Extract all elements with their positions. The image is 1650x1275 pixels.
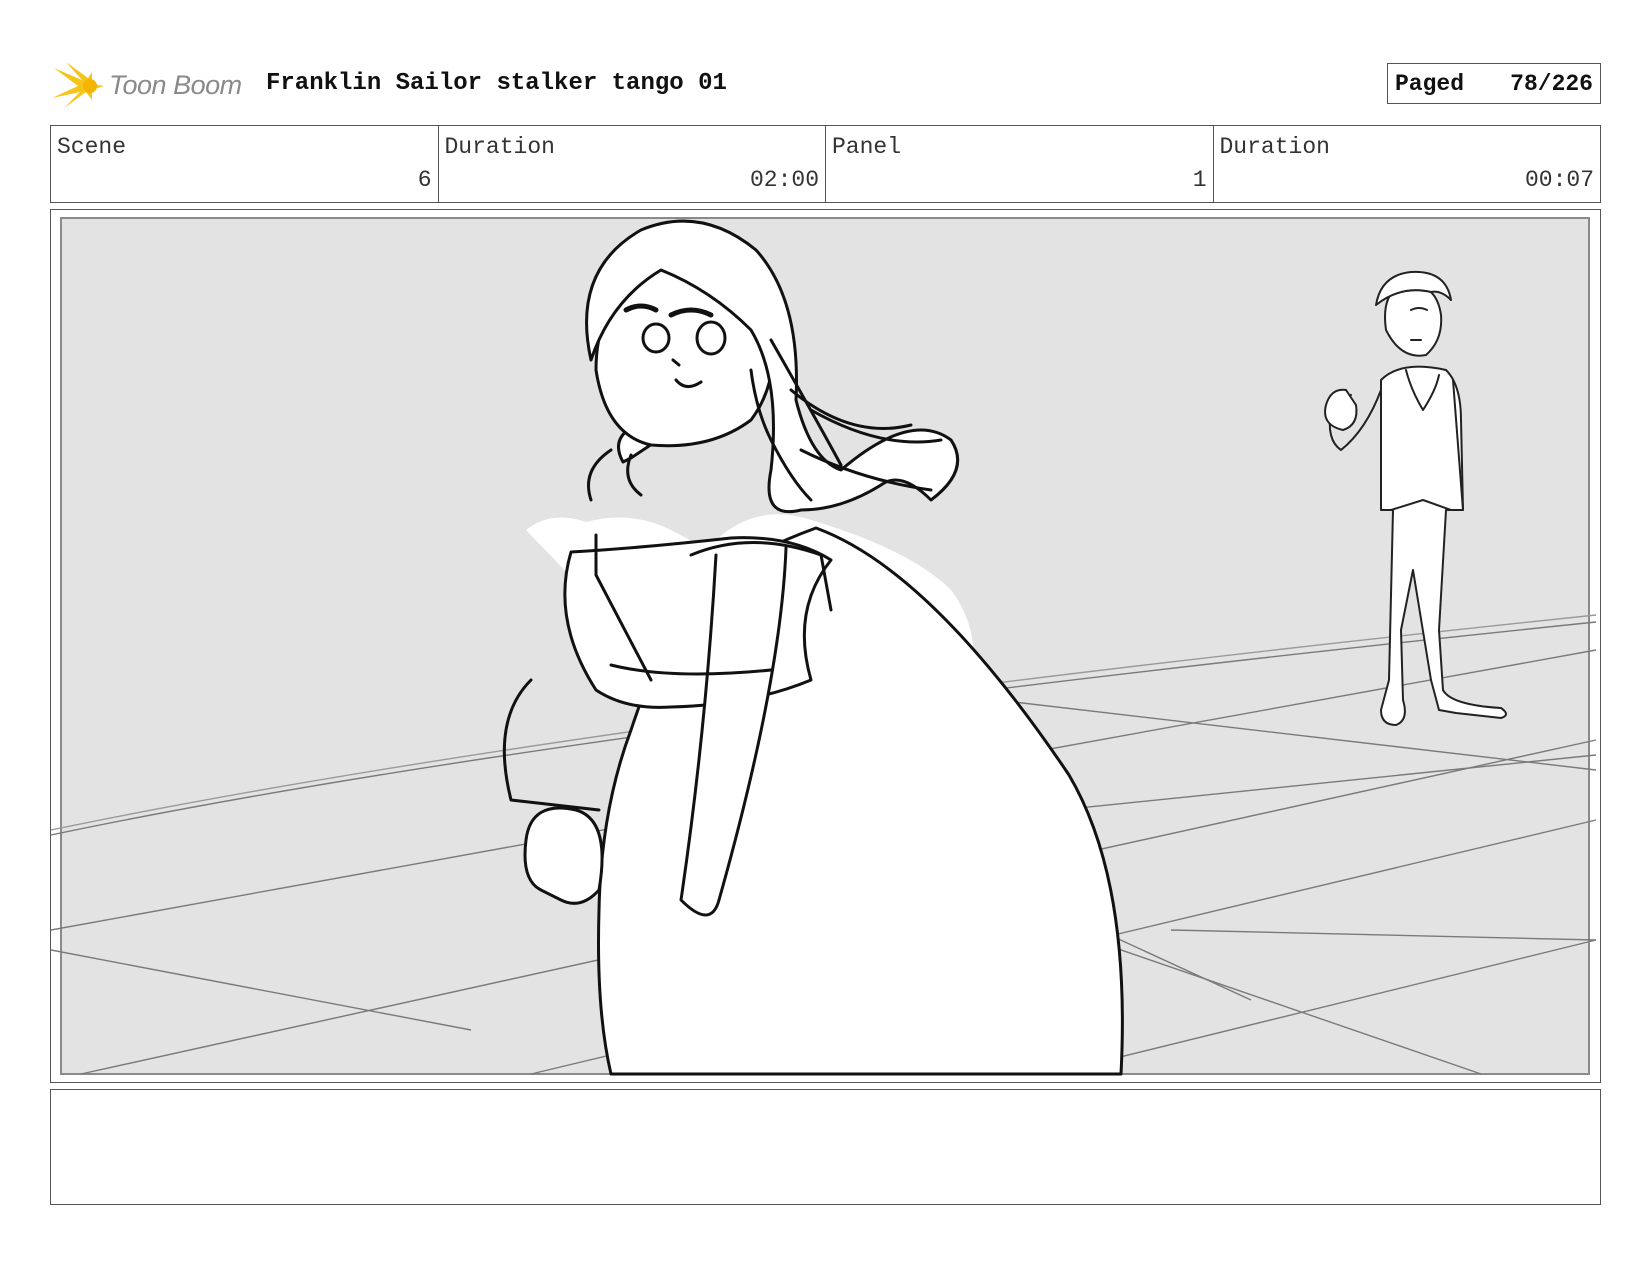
panel-value: 1 — [1192, 167, 1207, 193]
panel-cell: Panel 1 — [826, 126, 1214, 202]
panel-duration-label: Duration — [1219, 134, 1330, 160]
storyboard-panel — [50, 209, 1601, 1083]
page-counter: 78/226 — [1510, 70, 1593, 97]
paged-label: Paged — [1395, 70, 1465, 97]
star-burst-icon — [52, 62, 104, 108]
scene-cell: Scene 6 — [51, 126, 439, 202]
page-counter-box: Paged 78/226 — [1387, 63, 1601, 104]
panel-label: Panel — [832, 134, 902, 160]
toon-boom-logo: Toon Boom — [52, 58, 252, 114]
scene-duration-label: Duration — [444, 134, 555, 160]
scene-value: 6 — [417, 167, 432, 193]
scene-duration-value: 02:00 — [749, 167, 819, 193]
panel-info-bar: Scene 6 Duration 02:00 Panel 1 Duration … — [50, 125, 1601, 203]
logo-text: Toon Boom — [109, 70, 242, 100]
document-title: Franklin Sailor stalker tango 01 — [266, 70, 727, 97]
panel-duration-cell: Duration 00:07 — [1214, 126, 1601, 202]
scene-duration-cell: Duration 02:00 — [439, 126, 826, 202]
panel-sketch — [51, 217, 1597, 1076]
scene-label: Scene — [57, 134, 127, 160]
panel-duration-value: 00:07 — [1524, 167, 1594, 193]
panel-notes-box — [50, 1089, 1601, 1205]
